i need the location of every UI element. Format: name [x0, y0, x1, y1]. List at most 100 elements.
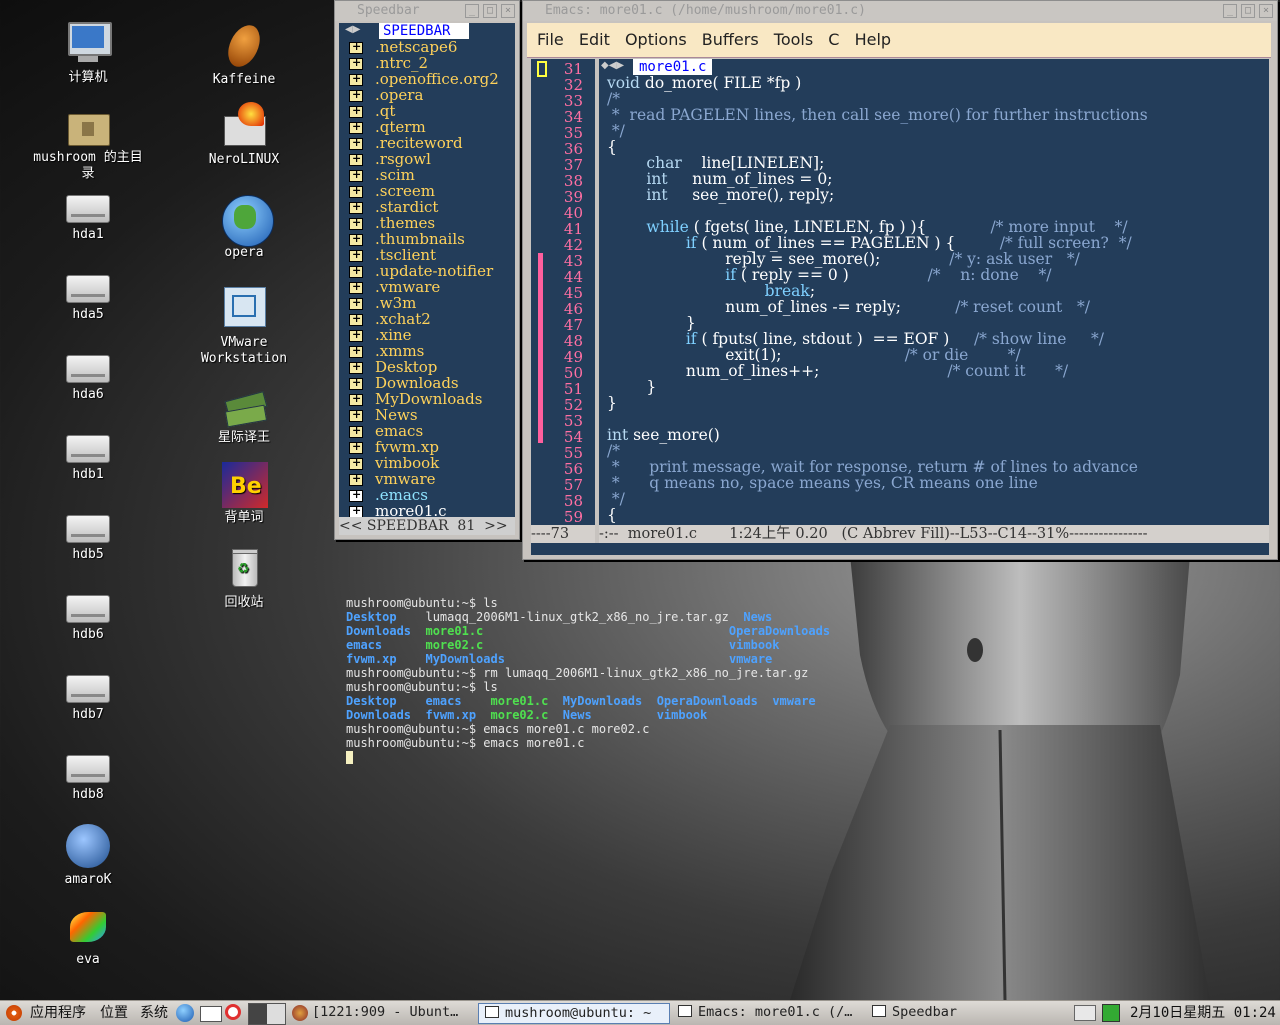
terminal-output[interactable]: mushroom@ubuntu:~$ ls Desktop lumaqq_2006…	[346, 596, 846, 764]
emacs-window[interactable]: Emacs: more01.c (/home/mushroom/more01.c…	[522, 0, 1278, 560]
speedbar-item[interactable]: .rsgowl	[339, 151, 515, 167]
desktop-icon-home[interactable]: mushroom 的主目录	[28, 100, 148, 182]
speedbar-item[interactable]: vmware	[339, 471, 515, 487]
menu-file[interactable]: File	[537, 30, 564, 49]
speedbar-item[interactable]: .themes	[339, 215, 515, 231]
speedbar-item[interactable]: .stardict	[339, 199, 515, 215]
firefox-icon[interactable]	[292, 1005, 308, 1021]
folder-expand-icon[interactable]	[349, 183, 363, 199]
code-pane[interactable]: ◆◀▶ more01.c void do_more( FILE *fp )/* …	[599, 59, 1269, 525]
menu-edit[interactable]: Edit	[579, 30, 610, 49]
speedbar-nav-icon[interactable]: ◀▶	[345, 24, 360, 35]
task-button-speedbar[interactable]: Speedbar	[866, 1003, 1016, 1022]
speedbar-titlebar[interactable]: Speedbar _ □ ×	[335, 1, 519, 21]
desktop-icon-amarok[interactable]: amaroK	[28, 822, 148, 888]
desktop-icon-hdb1[interactable]: hdb1	[28, 425, 148, 483]
speedbar-item[interactable]: .netscape6	[339, 39, 515, 55]
code-text[interactable]: void do_more( FILE *fp )/* * read PAGELE…	[599, 75, 1269, 523]
folder-expand-icon[interactable]	[349, 375, 363, 391]
desktop-icon-hdb6[interactable]: hdb6	[28, 585, 148, 643]
speedbar-item[interactable]: News	[339, 407, 515, 423]
desktop-icon-nerolinux[interactable]: NeroLINUX	[184, 102, 304, 168]
maximize-button[interactable]: □	[1241, 4, 1255, 18]
folder-expand-icon[interactable]	[349, 295, 363, 311]
desktop-icon-hdb7[interactable]: hdb7	[28, 665, 148, 723]
emacs-titlebar[interactable]: Emacs: more01.c (/home/mushroom/more01.c…	[523, 1, 1277, 21]
speedbar-item[interactable]: .xchat2	[339, 311, 515, 327]
folder-expand-icon[interactable]	[349, 55, 363, 71]
speedbar-item[interactable]: .openoffice.org2	[339, 71, 515, 87]
mail-icon[interactable]	[200, 1006, 222, 1022]
menu-applications[interactable]: 应用程序	[30, 1004, 86, 1022]
desktop-icon-computer[interactable]: 计算机	[28, 20, 148, 86]
desktop-icon-stardict[interactable]: 星际译王	[184, 380, 304, 446]
folder-expand-icon[interactable]	[349, 455, 363, 471]
network-icon[interactable]	[1102, 1004, 1120, 1022]
speedbar-window[interactable]: Speedbar _ □ × ◀▶ SPEEDBAR .netscape6.nt…	[334, 0, 520, 540]
speedbar-item[interactable]: Desktop	[339, 359, 515, 375]
close-button[interactable]: ×	[501, 4, 515, 18]
folder-expand-icon[interactable]	[349, 247, 363, 263]
speedbar-item[interactable]: vimbook	[339, 455, 515, 471]
menu-tools[interactable]: Tools	[774, 30, 813, 49]
help-lifebuoy-icon[interactable]	[225, 1004, 241, 1020]
maximize-button[interactable]: □	[483, 4, 497, 18]
speedbar-item[interactable]: .scim	[339, 167, 515, 183]
folder-expand-icon[interactable]	[349, 471, 363, 487]
speedbar-item[interactable]: .emacs	[339, 487, 515, 503]
folder-expand-icon[interactable]	[349, 167, 363, 183]
minimize-button[interactable]: _	[1223, 4, 1237, 18]
ubuntu-logo-icon[interactable]	[6, 1005, 22, 1021]
folder-expand-icon[interactable]	[349, 423, 363, 439]
folder-expand-icon[interactable]	[349, 391, 363, 407]
menu-c[interactable]: C	[828, 30, 839, 49]
folder-expand-icon[interactable]	[349, 71, 363, 87]
file-expand-icon[interactable]	[349, 503, 363, 517]
minibuffer[interactable]	[531, 543, 1269, 555]
speedbar-item[interactable]: .reciteword	[339, 135, 515, 151]
file-expand-icon[interactable]	[349, 487, 363, 503]
minimize-button[interactable]: _	[465, 4, 479, 18]
speedbar-item[interactable]: .ntrc_2	[339, 55, 515, 71]
folder-expand-icon[interactable]	[349, 359, 363, 375]
folder-expand-icon[interactable]	[349, 151, 363, 167]
folder-expand-icon[interactable]	[349, 327, 363, 343]
speedbar-item[interactable]: fvwm.xp	[339, 439, 515, 455]
clock[interactable]: 2月10日星期五 01:24	[1130, 1004, 1276, 1022]
folder-expand-icon[interactable]	[349, 199, 363, 215]
folder-expand-icon[interactable]	[349, 263, 363, 279]
menu-buffers[interactable]: Buffers	[702, 30, 759, 49]
buffer-tab[interactable]: more01.c	[633, 59, 713, 75]
desktop-icon-hda1[interactable]: hda1	[28, 185, 148, 243]
folder-expand-icon[interactable]	[349, 231, 363, 247]
folder-expand-icon[interactable]	[349, 407, 363, 423]
desktop-icon-reciteword[interactable]: Be 背单词	[184, 460, 304, 526]
folder-expand-icon[interactable]	[349, 279, 363, 295]
task-button-ubuntu[interactable]: [1221:909 - Ubunt…	[312, 1003, 470, 1022]
menu-system[interactable]: 系统	[140, 1004, 168, 1022]
folder-expand-icon[interactable]	[349, 215, 363, 231]
speedbar-item[interactable]: .xine	[339, 327, 515, 343]
folder-expand-icon[interactable]	[349, 103, 363, 119]
speedbar-item[interactable]: MyDownloads	[339, 391, 515, 407]
desktop-icon-hda6[interactable]: hda6	[28, 345, 148, 403]
desktop-icon-trash[interactable]: ♻ 回收站	[184, 545, 304, 611]
folder-expand-icon[interactable]	[349, 87, 363, 103]
desktop-icon-eva[interactable]: eva	[28, 902, 148, 968]
speedbar-item[interactable]: .vmware	[339, 279, 515, 295]
browser-globe-icon[interactable]	[176, 1004, 194, 1022]
speedbar-item[interactable]: emacs	[339, 423, 515, 439]
speedbar-item[interactable]: Downloads	[339, 375, 515, 391]
speedbar-item[interactable]: more01.c	[339, 503, 515, 517]
speedbar-item[interactable]: .opera	[339, 87, 515, 103]
folder-expand-icon[interactable]	[349, 311, 363, 327]
task-button-emacs[interactable]: Emacs: more01.c (/…	[672, 1003, 862, 1022]
speedbar-list[interactable]: ◀▶ SPEEDBAR .netscape6.ntrc_2.openoffice…	[339, 23, 515, 517]
folder-expand-icon[interactable]	[349, 39, 363, 55]
speedbar-item[interactable]: .screem	[339, 183, 515, 199]
speedbar-item[interactable]: .update-notifier	[339, 263, 515, 279]
menu-places[interactable]: 位置	[100, 1004, 128, 1022]
menu-options[interactable]: Options	[625, 30, 687, 49]
desktop-icon-vmware[interactable]: VMware Workstation	[184, 285, 304, 367]
desktop-icon-hdb8[interactable]: hdb8	[28, 745, 148, 803]
